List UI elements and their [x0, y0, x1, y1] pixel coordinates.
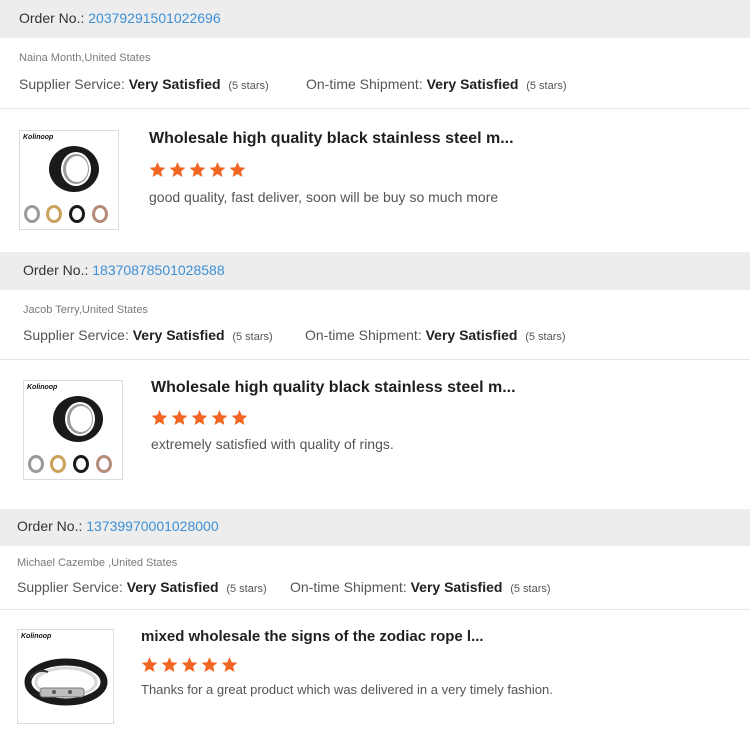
supplier-service-rating: Supplier Service: Very Satisfied (5 star…: [23, 327, 273, 343]
order-label: Order No.:: [23, 262, 89, 278]
order-header: Order No.: 13739970001028000: [0, 509, 750, 546]
star-icon: [231, 410, 248, 425]
star-rating: [141, 656, 238, 673]
order-number-link[interactable]: 13739970001028000: [86, 518, 218, 534]
reviewer-name: Michael Cazembe ,United States: [17, 557, 178, 569]
product-thumbnail[interactable]: Kolinoop: [23, 380, 123, 480]
star-icon: [149, 162, 166, 177]
product-review: Kolinoop Wholesale high quality black st…: [0, 361, 750, 509]
product-title-link[interactable]: Wholesale high quality black stainless s…: [149, 130, 514, 148]
star-icon: [191, 410, 208, 425]
product-review: Kolinoop mixed wholesale the signs of th…: [0, 611, 750, 750]
product-thumbnail[interactable]: Kolinoop: [19, 130, 119, 230]
star-icon: [169, 162, 186, 177]
star-icon: [229, 162, 246, 177]
zodiac-bracelet-icon: [24, 658, 108, 706]
review-comment: Thanks for a great product which was del…: [141, 682, 553, 697]
review-comment: good quality, fast deliver, soon will be…: [149, 189, 499, 205]
order-label: Order No.:: [19, 10, 85, 26]
product-title-link[interactable]: mixed wholesale the signs of the zodiac …: [141, 628, 484, 645]
order-number-link[interactable]: 18370878501028588: [92, 262, 224, 278]
reviewer-section: Michael Cazembe ,United States Supplier …: [0, 546, 750, 610]
reviewer-name: Jacob Terry,United States: [23, 304, 148, 316]
star-icon: [141, 657, 158, 672]
star-icon: [151, 410, 168, 425]
reviewer-section: Naina Month,United States Supplier Servi…: [0, 38, 750, 109]
reviewer-section: Jacob Terry,United States Supplier Servi…: [0, 290, 750, 360]
star-icon: [209, 162, 226, 177]
star-rating: [149, 161, 246, 178]
product-review: Kolinoop Wholesale high quality black st…: [0, 110, 750, 250]
star-icon: [221, 657, 238, 672]
brand-logo: Kolinoop: [23, 134, 54, 141]
brand-logo: Kolinoop: [21, 633, 52, 640]
star-icon: [181, 657, 198, 672]
star-icon: [201, 657, 218, 672]
reviewer-name: Naina Month,United States: [19, 52, 151, 64]
product-thumbnail[interactable]: Kolinoop: [17, 629, 114, 724]
star-rating: [151, 409, 248, 426]
order-header: Order No.: 18370878501028588: [0, 252, 750, 290]
supplier-service-rating: Supplier Service: Very Satisfied (5 star…: [19, 76, 269, 92]
review-comment: extremely satisfied with quality of ring…: [151, 436, 394, 452]
order-header: Order No.: 20379291501022696: [0, 0, 750, 38]
star-icon: [189, 162, 206, 177]
shipment-rating: On-time Shipment: Very Satisfied (5 star…: [306, 76, 567, 92]
star-icon: [171, 410, 188, 425]
review-list: Order No.: 20379291501022696 Naina Month…: [0, 0, 750, 750]
star-icon: [161, 657, 178, 672]
black-ring-icon: [24, 146, 108, 223]
supplier-service-rating: Supplier Service: Very Satisfied (5 star…: [17, 579, 267, 595]
shipment-rating: On-time Shipment: Very Satisfied (5 star…: [305, 327, 566, 343]
order-number-link[interactable]: 20379291501022696: [88, 10, 220, 26]
brand-logo: Kolinoop: [27, 384, 58, 391]
star-icon: [211, 410, 228, 425]
black-ring-icon: [28, 396, 112, 473]
shipment-rating: On-time Shipment: Very Satisfied (5 star…: [290, 579, 551, 595]
order-label: Order No.:: [17, 518, 83, 534]
product-title-link[interactable]: Wholesale high quality black stainless s…: [151, 379, 516, 397]
